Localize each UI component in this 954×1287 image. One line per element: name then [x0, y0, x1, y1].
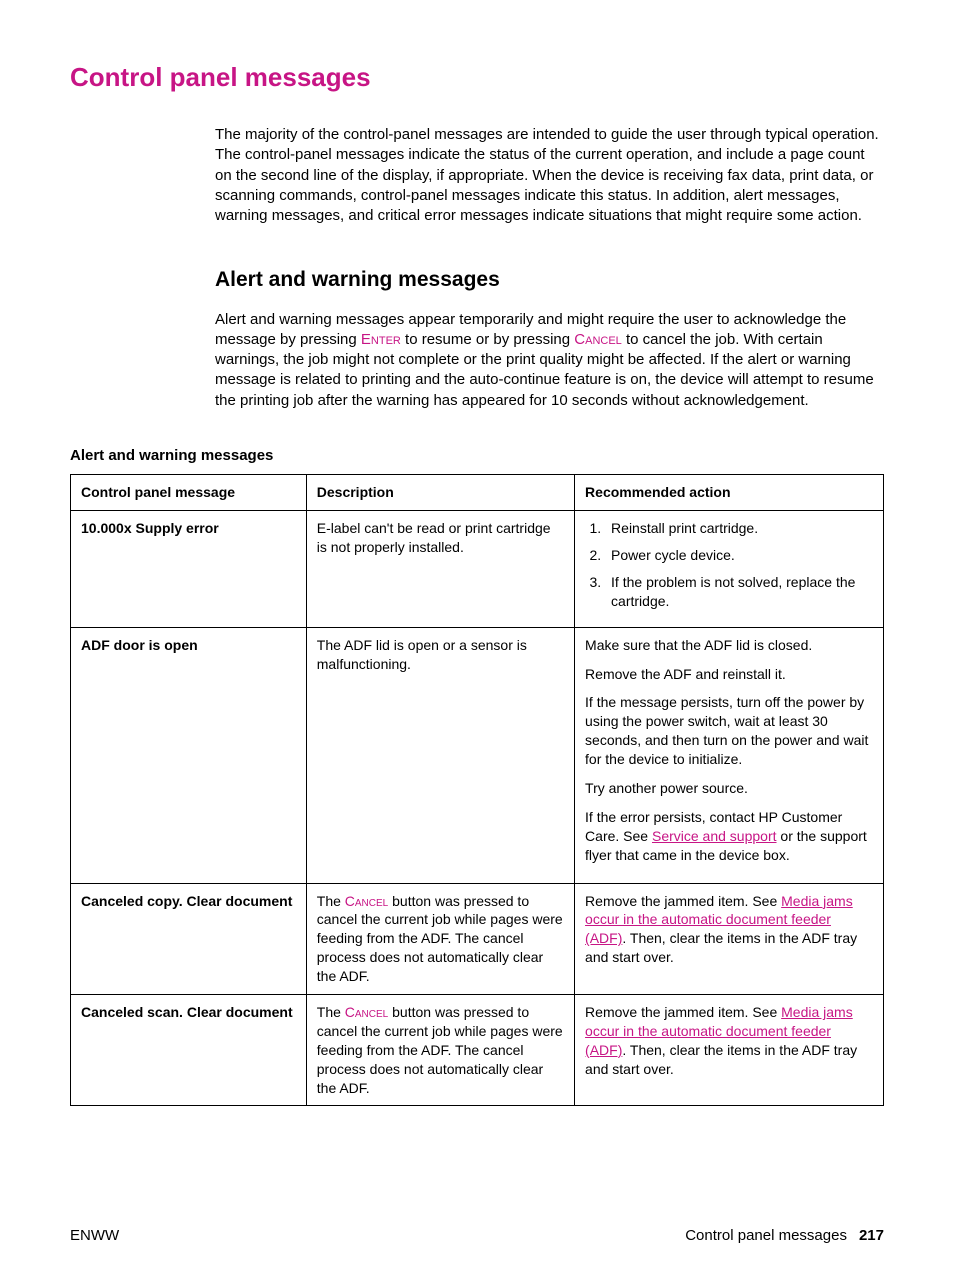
table-row: Canceled copy. Clear document The Cancel… — [71, 883, 884, 994]
enter-key: Enter — [361, 331, 401, 348]
list-item: Reinstall print cartridge. — [605, 519, 873, 538]
cancel-key: Cancel — [574, 331, 622, 348]
table-caption: Alert and warning messages — [70, 446, 884, 466]
section-paragraph: Alert and warning messages appear tempor… — [215, 310, 884, 411]
col-header-action: Recommended action — [575, 475, 884, 511]
page-number: 217 — [859, 1227, 884, 1244]
page-footer: ENWW Control panel messages217 — [70, 1226, 884, 1246]
section-heading: Alert and warning messages — [215, 266, 884, 294]
intro-paragraph: The majority of the control-panel messag… — [215, 125, 884, 226]
page-title: Control panel messages — [70, 60, 884, 95]
table-row: 10.000x Supply error E-label can't be re… — [71, 511, 884, 628]
messages-table: Control panel message Description Recomm… — [70, 474, 884, 1106]
table-row: ADF door is open The ADF lid is open or … — [71, 627, 884, 883]
list-item: If the problem is not solved, replace th… — [605, 573, 873, 611]
table-row: Canceled scan. Clear document The Cancel… — [71, 995, 884, 1106]
col-header-message: Control panel message — [71, 475, 307, 511]
col-header-description: Description — [306, 475, 574, 511]
list-item: Power cycle device. — [605, 546, 873, 565]
footer-left: ENWW — [70, 1226, 119, 1246]
service-support-link[interactable]: Service and support — [652, 828, 777, 844]
